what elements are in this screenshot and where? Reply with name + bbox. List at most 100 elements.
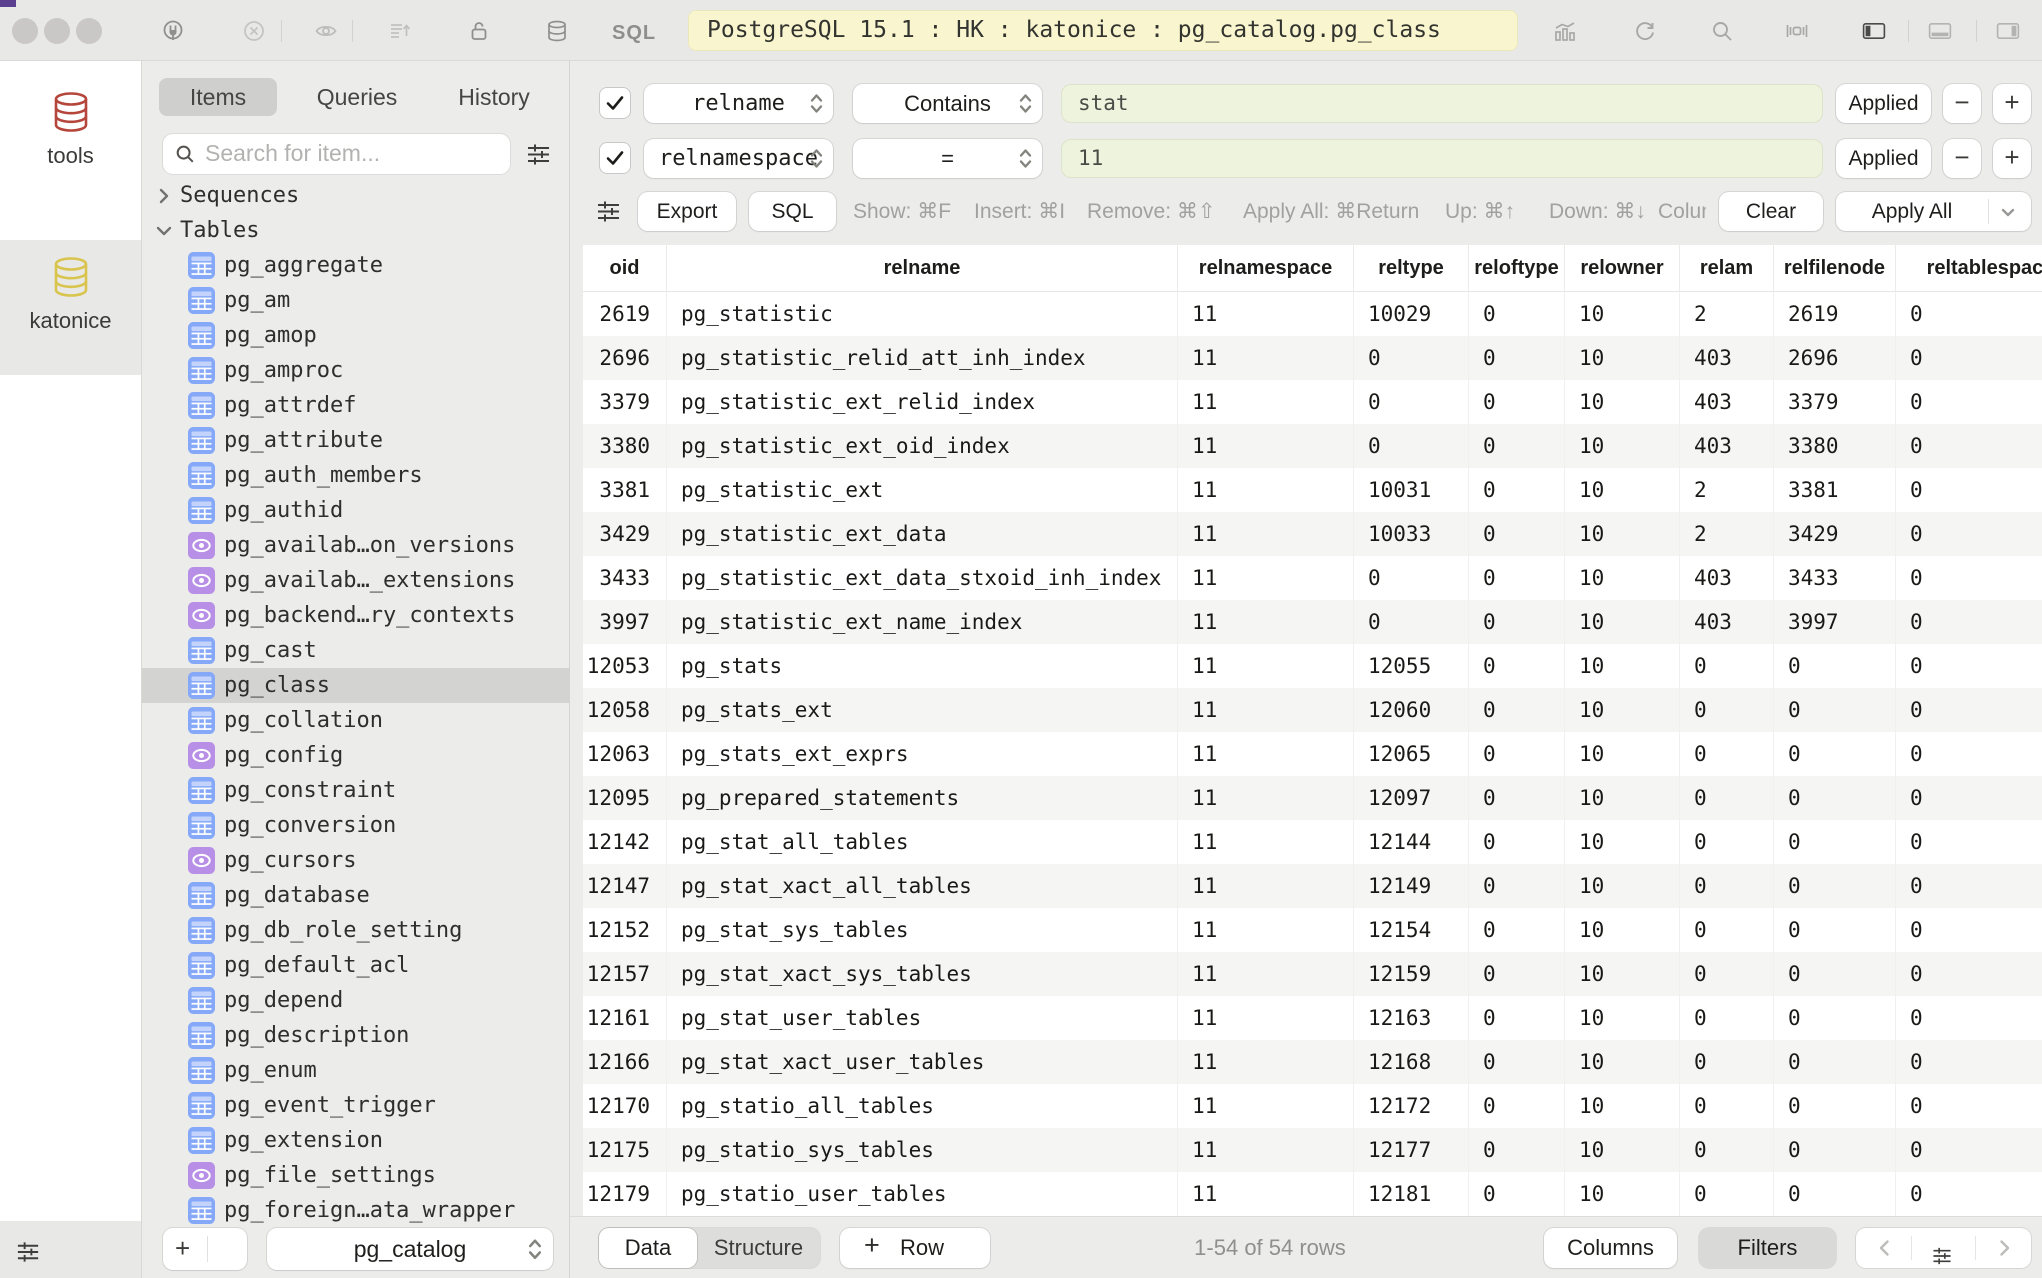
cell-oid[interactable]: 12063	[583, 732, 667, 776]
cell-relfilenode[interactable]: 0	[1774, 688, 1896, 732]
cell-reltablespace[interactable]: 0	[1896, 292, 2042, 336]
column-header-relnamespace[interactable]: relnamespace	[1178, 245, 1354, 292]
cell-relowner[interactable]: 10	[1565, 996, 1680, 1040]
cell-relowner[interactable]: 10	[1565, 732, 1680, 776]
tree-item-pg_attribute[interactable]: pg_attribute	[142, 423, 570, 458]
cell-reloftype[interactable]: 0	[1469, 1172, 1565, 1216]
cell-reloftype[interactable]: 0	[1469, 1084, 1565, 1128]
column-header-oid[interactable]: oid	[583, 245, 667, 292]
rail-settings-sliders-icon[interactable]	[15, 1239, 41, 1265]
cell-relfilenode[interactable]: 0	[1774, 1040, 1896, 1084]
cell-relname[interactable]: pg_prepared_statements	[667, 776, 1178, 820]
tree-item-pg_attrdef[interactable]: pg_attrdef	[142, 388, 570, 423]
tree-item-pg_availab…_extensions[interactable]: pg_availab…_extensions	[142, 563, 570, 598]
cell-oid[interactable]: 3381	[583, 468, 667, 512]
cell-relowner[interactable]: 10	[1565, 688, 1680, 732]
filter-2-applied-button[interactable]: Applied	[1836, 139, 1931, 178]
cell-relfilenode[interactable]: 3429	[1774, 512, 1896, 556]
column-header-relam[interactable]: relam	[1680, 245, 1774, 292]
cell-reltype[interactable]: 12065	[1354, 732, 1469, 776]
cell-relname[interactable]: pg_stat_user_tables	[667, 996, 1178, 1040]
cell-reltablespace[interactable]: 0	[1896, 380, 2042, 424]
preview-eye-icon[interactable]	[314, 19, 338, 43]
cell-relname[interactable]: pg_statistic_ext_data	[667, 512, 1178, 556]
column-header-relfilenode[interactable]: relfilenode	[1774, 245, 1896, 292]
cell-relname[interactable]: pg_statistic_ext_data_stxoid_inh_index	[667, 556, 1178, 600]
tree-item-pg_am[interactable]: pg_am	[142, 283, 570, 318]
cell-oid[interactable]: 2696	[583, 336, 667, 380]
cell-reloftype[interactable]: 0	[1469, 1040, 1565, 1084]
cell-relam[interactable]: 0	[1680, 864, 1774, 908]
cell-relnamespace[interactable]: 11	[1178, 688, 1354, 732]
cell-relfilenode[interactable]: 3381	[1774, 468, 1896, 512]
cell-oid[interactable]: 12161	[583, 996, 667, 1040]
sidebar-filter-sliders-icon[interactable]	[525, 141, 552, 168]
cell-reltype[interactable]: 12159	[1354, 952, 1469, 996]
filter-1-applied-button[interactable]: Applied	[1836, 84, 1931, 123]
cell-relowner[interactable]: 10	[1565, 864, 1680, 908]
cell-reloftype[interactable]: 0	[1469, 644, 1565, 688]
cell-relam[interactable]: 2	[1680, 292, 1774, 336]
filter-2-remove-button[interactable]: −	[1943, 139, 1981, 178]
table-row[interactable]: 12179pg_statio_user_tables1112181010000	[583, 1172, 2042, 1216]
cell-relnamespace[interactable]: 11	[1178, 1128, 1354, 1172]
toggle-right-panel-icon[interactable]	[1996, 19, 2026, 43]
table-row[interactable]: 12147pg_stat_xact_all_tables111214901000…	[583, 864, 2042, 908]
cell-reltablespace[interactable]: 0	[1896, 732, 2042, 776]
cell-reloftype[interactable]: 0	[1469, 732, 1565, 776]
cell-relam[interactable]: 2	[1680, 512, 1774, 556]
cell-oid[interactable]: 12170	[583, 1084, 667, 1128]
cell-relname[interactable]: pg_stats_ext_exprs	[667, 732, 1178, 776]
cell-relnamespace[interactable]: 11	[1178, 1040, 1354, 1084]
cell-relfilenode[interactable]: 3997	[1774, 600, 1896, 644]
cell-relam[interactable]: 403	[1680, 600, 1774, 644]
cell-relname[interactable]: pg_stats_ext	[667, 688, 1178, 732]
fit-columns-icon[interactable]	[1785, 19, 1809, 43]
connection-katonice[interactable]: katonice	[0, 240, 141, 375]
cell-reltablespace[interactable]: 0	[1896, 1128, 2042, 1172]
filter-1-add-button[interactable]: +	[1993, 84, 2031, 123]
cell-relfilenode[interactable]: 0	[1774, 644, 1896, 688]
table-row[interactable]: 12152pg_stat_sys_tables1112154010000	[583, 908, 2042, 952]
tree-item-pg_description[interactable]: pg_description	[142, 1018, 570, 1053]
cell-reltype[interactable]: 0	[1354, 424, 1469, 468]
cell-relnamespace[interactable]: 11	[1178, 996, 1354, 1040]
cell-relnamespace[interactable]: 11	[1178, 512, 1354, 556]
cell-relnamespace[interactable]: 11	[1178, 732, 1354, 776]
chevron-down-icon[interactable]	[152, 218, 176, 242]
cell-relname[interactable]: pg_stat_xact_sys_tables	[667, 952, 1178, 996]
tree-item-pg_extension[interactable]: pg_extension	[142, 1123, 570, 1158]
cell-reltype[interactable]: 10029	[1354, 292, 1469, 336]
cell-relfilenode[interactable]: 0	[1774, 732, 1896, 776]
cell-relam[interactable]: 0	[1680, 1128, 1774, 1172]
cell-relnamespace[interactable]: 11	[1178, 556, 1354, 600]
cell-relam[interactable]: 403	[1680, 424, 1774, 468]
cell-relowner[interactable]: 10	[1565, 336, 1680, 380]
tree-item-pg_amproc[interactable]: pg_amproc	[142, 353, 570, 388]
cell-oid[interactable]: 12179	[583, 1172, 667, 1216]
connection-tools[interactable]: tools	[0, 61, 141, 240]
cell-reltype[interactable]: 0	[1354, 336, 1469, 380]
cell-relowner[interactable]: 10	[1565, 1084, 1680, 1128]
add-item-button[interactable]: +	[163, 1228, 247, 1270]
table-row[interactable]: 3433pg_statistic_ext_data_stxoid_inh_ind…	[583, 556, 2042, 600]
tree-item-pg_config[interactable]: pg_config	[142, 738, 570, 773]
tree-item-pg_constraint[interactable]: pg_constraint	[142, 773, 570, 808]
toggle-left-panel-icon[interactable]	[1862, 19, 1892, 43]
cell-relfilenode[interactable]: 0	[1774, 996, 1896, 1040]
add-row-button[interactable]: + Row	[840, 1228, 990, 1268]
chevron-right-icon[interactable]	[152, 183, 176, 207]
close-window-button[interactable]	[12, 18, 38, 44]
cell-reloftype[interactable]: 0	[1469, 996, 1565, 1040]
cell-relowner[interactable]: 10	[1565, 556, 1680, 600]
cell-reloftype[interactable]: 0	[1469, 424, 1565, 468]
cell-relnamespace[interactable]: 11	[1178, 820, 1354, 864]
chevron-left-icon[interactable]	[1874, 1237, 1896, 1259]
cell-relowner[interactable]: 10	[1565, 380, 1680, 424]
table-row[interactable]: 3381pg_statistic_ext1110031010233810	[583, 468, 2042, 512]
cell-relnamespace[interactable]: 11	[1178, 468, 1354, 512]
cell-relam[interactable]: 2	[1680, 468, 1774, 512]
cell-relowner[interactable]: 10	[1565, 644, 1680, 688]
table-row[interactable]: 2696pg_statistic_relid_att_inh_index1100…	[583, 336, 2042, 380]
cell-relam[interactable]: 0	[1680, 1084, 1774, 1128]
